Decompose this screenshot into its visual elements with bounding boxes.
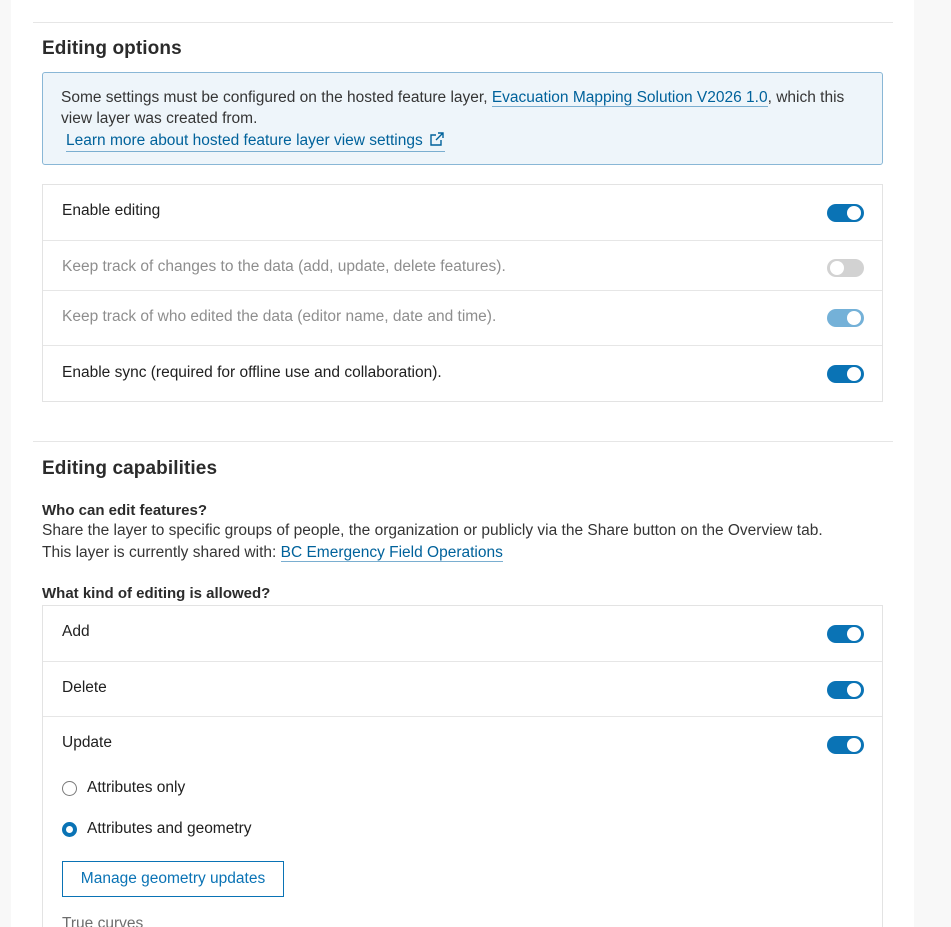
track-changes-toggle bbox=[827, 259, 864, 277]
shared-with-prefix: This layer is currently shared with: bbox=[42, 544, 281, 561]
operation-row-add: Add bbox=[43, 606, 882, 662]
section-divider bbox=[33, 22, 893, 23]
delete-toggle[interactable] bbox=[827, 681, 864, 699]
view-layer-notice: Some settings must be configured on the … bbox=[42, 72, 883, 165]
learn-more-label: Learn more about hosted feature layer vi… bbox=[66, 132, 423, 149]
notice-text-before: Some settings must be configured on the … bbox=[61, 89, 492, 106]
external-link-icon bbox=[429, 131, 445, 147]
section-divider bbox=[33, 441, 893, 442]
setting-row-track-editors: Keep track of who edited the data (edito… bbox=[43, 291, 882, 346]
editing-options-title: Editing options bbox=[42, 38, 182, 59]
enable-sync-toggle[interactable] bbox=[827, 365, 864, 383]
hosted-layer-link[interactable]: Evacuation Mapping Solution V2026 1.0 bbox=[491, 89, 768, 107]
editing-capabilities-title: Editing capabilities bbox=[42, 458, 218, 479]
operation-label: Delete bbox=[62, 679, 107, 696]
setting-label: Keep track of who edited the data (edito… bbox=[62, 308, 497, 325]
setting-row-enable-editing: Enable editing bbox=[43, 185, 882, 241]
radio-label: Attributes only bbox=[87, 779, 186, 796]
setting-label: Keep track of changes to the data (add, … bbox=[62, 258, 506, 275]
editing-capabilities-card: Add Delete Update Attributes only Attrib… bbox=[42, 605, 883, 927]
shared-group-link[interactable]: BC Emergency Field Operations bbox=[280, 544, 503, 562]
setting-label: Enable editing bbox=[62, 202, 161, 219]
track-editors-toggle bbox=[827, 309, 864, 327]
radio-label: Attributes and geometry bbox=[87, 820, 252, 837]
radio-button[interactable] bbox=[62, 781, 77, 796]
operation-row-update: Update Attributes only Attributes and ge… bbox=[43, 717, 882, 927]
add-toggle[interactable] bbox=[827, 625, 864, 643]
who-can-edit-description: Share the layer to specific groups of pe… bbox=[42, 520, 823, 564]
learn-more-link[interactable]: Learn more about hosted feature layer vi… bbox=[66, 130, 445, 152]
editing-kind-heading: What kind of editing is allowed? bbox=[42, 585, 271, 602]
operation-label: Add bbox=[62, 623, 90, 640]
editing-options-card: Enable editing Keep track of changes to … bbox=[42, 184, 883, 402]
setting-row-track-changes: Keep track of changes to the data (add, … bbox=[43, 241, 882, 291]
share-instructions: Share the layer to specific groups of pe… bbox=[42, 522, 823, 539]
manage-geometry-updates-button[interactable]: Manage geometry updates bbox=[62, 861, 284, 897]
setting-label: Enable sync (required for offline use an… bbox=[62, 364, 442, 381]
enable-editing-toggle[interactable] bbox=[827, 204, 864, 222]
operation-label: Update bbox=[62, 734, 112, 751]
settings-panel: Editing options Some settings must be co… bbox=[11, 0, 914, 927]
operation-row-delete: Delete bbox=[43, 662, 882, 717]
setting-row-enable-sync: Enable sync (required for offline use an… bbox=[43, 346, 882, 401]
true-curves-label: True curves bbox=[62, 915, 144, 927]
update-toggle[interactable] bbox=[827, 736, 864, 754]
radio-button-selected[interactable] bbox=[62, 822, 77, 837]
who-can-edit-heading: Who can edit features? bbox=[42, 502, 208, 519]
